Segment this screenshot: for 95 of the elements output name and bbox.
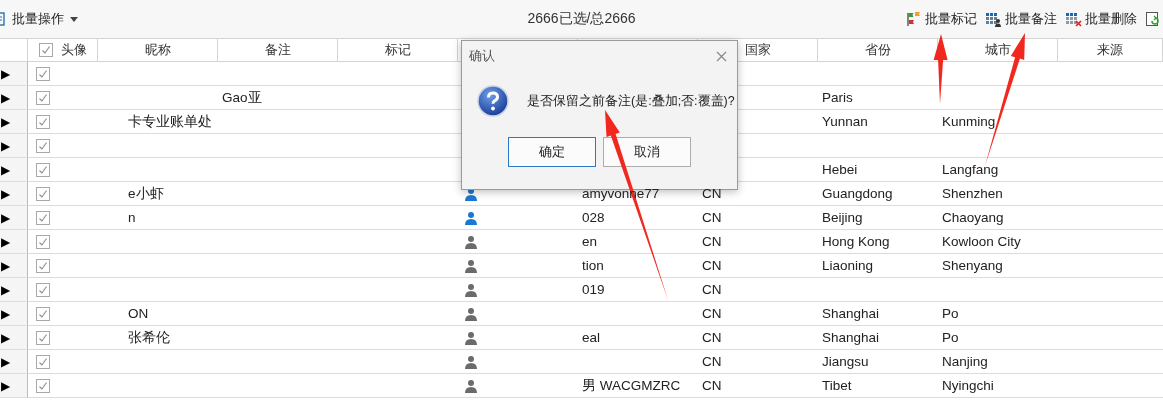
row-expander[interactable]: ▶: [0, 230, 28, 254]
checkbox[interactable]: [36, 90, 50, 105]
table-cell: Jiangsu: [822, 354, 869, 369]
list-icon: [0, 12, 6, 26]
close-icon[interactable]: [716, 50, 727, 62]
table-cell: Tibet: [822, 378, 852, 393]
table-cell: Nanjing: [942, 354, 988, 369]
table-cell: 卡专业账单处: [128, 112, 212, 131]
table-cell: CN: [702, 354, 722, 369]
table-cell: Shanghai: [822, 330, 880, 345]
toolbar-action-button[interactable]: 批量备注: [985, 10, 1057, 28]
table-cell: Chaoyang: [942, 210, 1004, 225]
table-cell: CN: [702, 330, 722, 345]
row-expander[interactable]: ▶: [0, 206, 28, 230]
row-expander[interactable]: ▶: [0, 254, 28, 278]
checkbox[interactable]: [36, 330, 50, 345]
column-header[interactable]: 城市: [984, 41, 1011, 59]
dialog-button[interactable]: 取消: [603, 137, 691, 167]
toolbar-action-button[interactable]: 批量删除: [1065, 10, 1137, 28]
checkbox[interactable]: [36, 210, 50, 225]
checkbox[interactable]: [36, 306, 50, 321]
table-cell: 019: [582, 282, 605, 297]
table-cell: Yunnan: [822, 114, 868, 129]
table-cell: Hebei: [822, 162, 858, 177]
flags-icon: [906, 11, 922, 27]
toolbar-action-button[interactable]: 批量标记: [906, 10, 977, 28]
dialog-title: 确认: [469, 47, 495, 65]
caret-icon: [70, 16, 78, 22]
checkbox[interactable]: [36, 354, 50, 369]
table-cell: Gao亚: [222, 88, 262, 107]
checkbox[interactable]: [36, 186, 50, 201]
table-cell: CN: [702, 258, 722, 273]
checkbox[interactable]: [36, 378, 50, 393]
table-cell: Shanghai: [822, 306, 880, 321]
table-cell: Po: [942, 330, 959, 345]
table-cell: Hong Kong: [822, 234, 890, 249]
selection-count: 2666已选/总2666: [527, 10, 636, 28]
grid-delete-icon: [1065, 11, 1082, 27]
table-cell: Shenzhen: [942, 186, 1003, 201]
table-cell: 028: [582, 210, 605, 225]
table-cell: ON: [128, 306, 149, 321]
table-cell: Paris: [822, 90, 853, 105]
grid-user-icon: [985, 11, 1002, 27]
toolbar-action-button[interactable]: [1145, 11, 1161, 27]
row-expander[interactable]: ▶: [0, 278, 28, 302]
checkbox[interactable]: [38, 43, 53, 57]
table-cell: Langfang: [942, 162, 999, 177]
row-expander[interactable]: ▶: [0, 182, 28, 206]
checkbox[interactable]: [36, 138, 50, 153]
table-cell: Po: [942, 306, 959, 321]
table-cell: Beijing: [822, 210, 863, 225]
checkbox[interactable]: [36, 66, 50, 81]
row-expander[interactable]: ▶: [0, 302, 28, 326]
row-expander[interactable]: ▶: [0, 110, 28, 134]
row-expander[interactable]: ▶: [0, 326, 28, 350]
table-cell: n: [128, 210, 136, 225]
column-header[interactable]: 标记: [384, 41, 411, 59]
row-expander[interactable]: ▶: [0, 134, 28, 158]
table-cell: CN: [702, 306, 722, 321]
table-cell: Kunming: [942, 114, 996, 129]
checkbox[interactable]: [36, 162, 50, 177]
checkbox[interactable]: [36, 114, 50, 129]
table-cell: en: [582, 234, 598, 249]
column-header[interactable]: 昵称: [144, 41, 171, 59]
column-header[interactable]: 备注: [264, 41, 291, 59]
table-cell: CN: [702, 378, 722, 393]
table-cell: e小虾: [128, 184, 164, 203]
checkbox[interactable]: [36, 282, 50, 297]
row-expander[interactable]: ▶: [0, 158, 28, 182]
dialog-button[interactable]: 确定: [508, 137, 596, 167]
table-cell: Liaoning: [822, 258, 874, 273]
table-cell: CN: [702, 282, 722, 297]
table-cell: eal: [582, 330, 600, 345]
table-cell: CN: [702, 210, 722, 225]
table-cell: Nyingchi: [942, 378, 994, 393]
batch-menu-button[interactable]: 批量操作: [0, 10, 78, 28]
table-cell: CN: [702, 234, 722, 249]
row-expander[interactable]: ▶: [0, 62, 28, 86]
table-cell: Guangdong: [822, 186, 893, 201]
row-expander[interactable]: ▶: [0, 374, 28, 398]
table-cell: Kowloon City: [942, 234, 1021, 249]
column-header[interactable]: 国家: [744, 41, 771, 59]
row-expander[interactable]: ▶: [0, 350, 28, 374]
table-cell: CN: [702, 186, 722, 201]
row-expander[interactable]: ▶: [0, 86, 28, 110]
table-cell: tion: [582, 258, 604, 273]
question-icon: [477, 85, 509, 117]
column-header[interactable]: 省份: [864, 41, 891, 59]
table-cell: 张希伦: [128, 328, 170, 347]
table-cell: 男 WACGMZRC: [582, 376, 681, 395]
table-cell: Shenyang: [942, 258, 1003, 273]
checkbox[interactable]: [36, 258, 50, 273]
dialog-message: 是否保留之前备注(是:叠加;否:覆盖)?: [527, 92, 735, 110]
checkbox[interactable]: [36, 234, 50, 249]
column-header[interactable]: 来源: [1097, 41, 1123, 59]
